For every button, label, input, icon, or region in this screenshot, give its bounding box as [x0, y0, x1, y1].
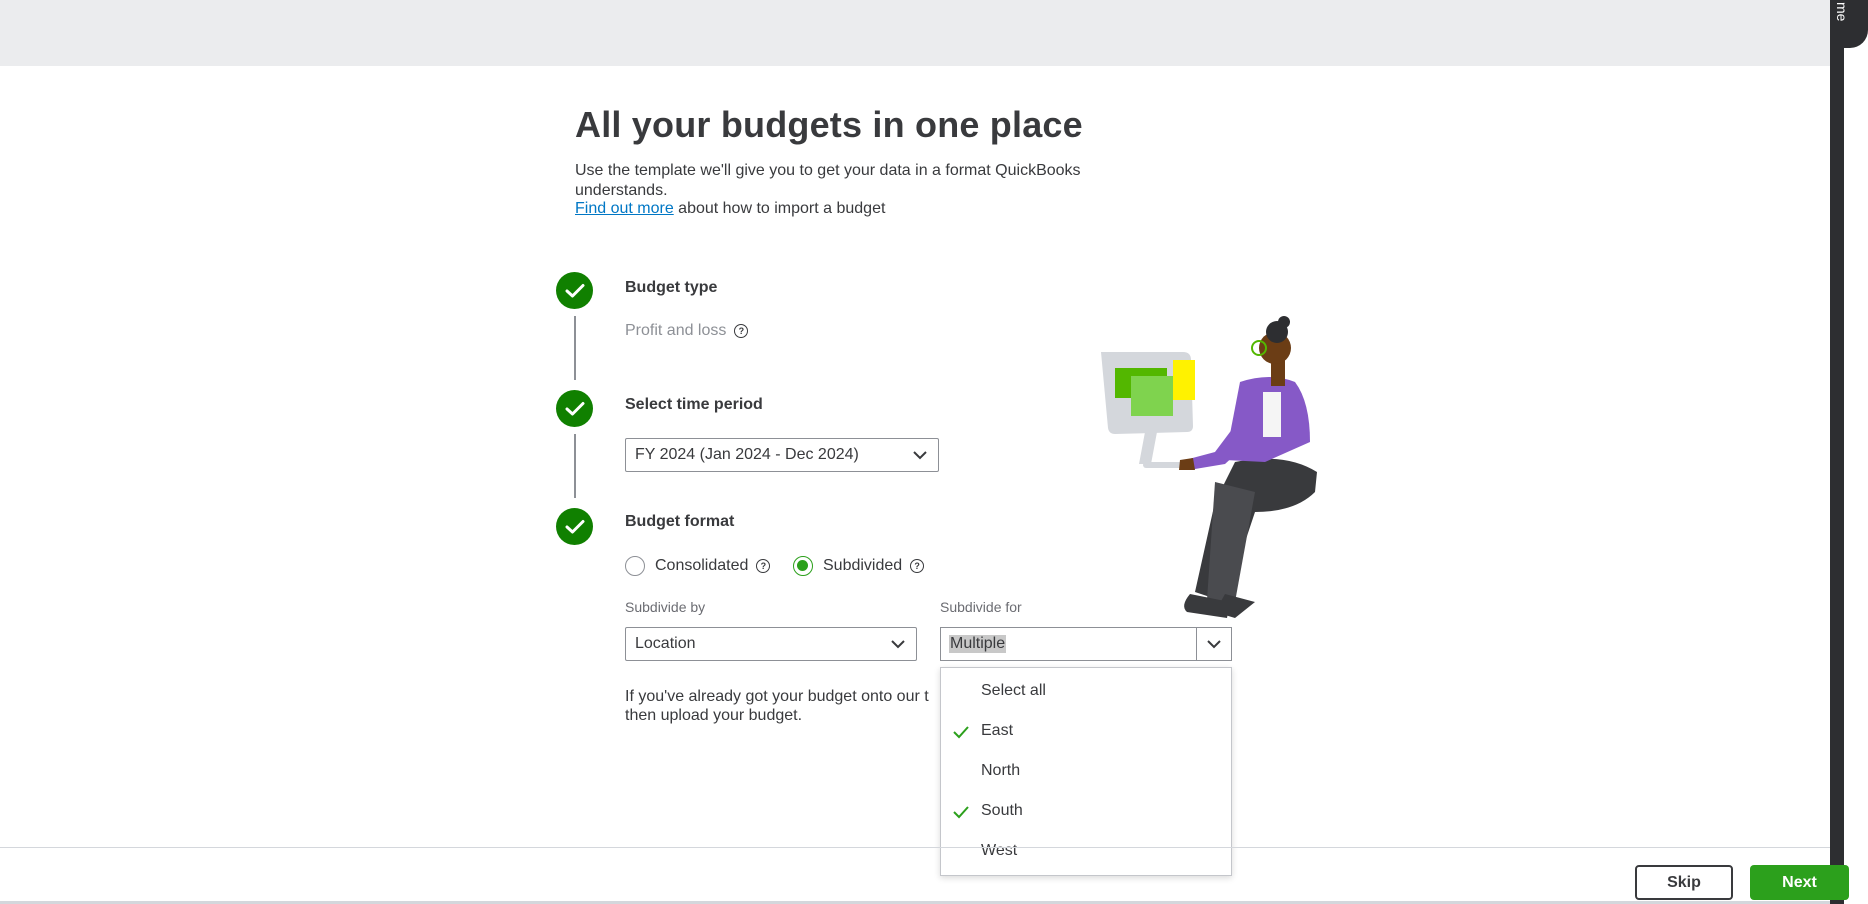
subdivide-for-dropdown: Select all East North South West — [940, 667, 1232, 876]
time-period-select[interactable]: FY 2024 (Jan 2024 - Dec 2024) — [625, 438, 939, 472]
chevron-down-icon — [891, 640, 905, 649]
help-icon[interactable]: ? — [910, 559, 925, 573]
intro-link-line: Find out more about how to import a budg… — [575, 200, 885, 218]
next-button[interactable]: Next — [1750, 865, 1849, 900]
step-complete-icon — [556, 508, 593, 545]
radio-button-selected[interactable] — [793, 556, 813, 576]
side-panel-edge — [1830, 0, 1844, 904]
find-out-more-link[interactable]: Find out more — [575, 200, 674, 217]
dropdown-item-label: West — [981, 842, 1018, 859]
step-title-budget-type: Budget type — [625, 279, 718, 296]
step-title-budget-format: Budget format — [625, 513, 735, 530]
radio-consolidated[interactable]: Consolidated? — [625, 556, 771, 576]
dropdown-item-label: South — [981, 802, 1023, 819]
radio-consolidated-label: Consolidated — [655, 557, 749, 574]
subdivide-by-value: Location — [635, 635, 696, 652]
dropdown-item-label: Select all — [981, 682, 1046, 699]
subdivide-for-toggle-button[interactable] — [1196, 628, 1231, 660]
dropdown-item-select-all[interactable]: Select all — [941, 672, 1231, 712]
footer-divider — [0, 847, 1830, 848]
radio-subdivided[interactable]: Subdivided? — [793, 556, 925, 576]
chevron-down-icon — [1207, 640, 1221, 649]
radio-subdivided-label: Subdivided — [823, 557, 903, 574]
side-panel-tab-label: me — [1834, 2, 1850, 22]
step-complete-icon — [556, 390, 593, 427]
dropdown-item-east[interactable]: East — [941, 712, 1231, 752]
intro-text: Use the template we'll give you to get y… — [575, 162, 1081, 199]
step-connector — [574, 316, 576, 380]
skip-button[interactable]: Skip — [1635, 865, 1733, 900]
subdivide-by-label: Subdivide by — [625, 599, 706, 615]
budget-type-label: Profit and loss — [625, 322, 727, 339]
intro-link-suffix: about how to import a budget — [673, 200, 886, 217]
dropdown-item-label: North — [981, 762, 1021, 779]
dropdown-item-south[interactable]: South — [941, 792, 1231, 832]
upload-description: If you've already got your budget onto o… — [625, 688, 929, 724]
dropdown-item-label: East — [981, 722, 1014, 739]
step-title-time-period: Select time period — [625, 396, 763, 413]
subdivide-for-combobox[interactable]: Multiple — [940, 627, 1232, 661]
dropdown-item-west[interactable]: West — [941, 832, 1231, 872]
subdivide-for-label: Subdivide for — [940, 599, 1022, 615]
radio-button[interactable] — [625, 556, 645, 576]
subdivide-for-value[interactable]: Multiple — [949, 635, 1007, 653]
budget-type-value: Profit and loss? — [625, 322, 749, 340]
checkmark-icon — [953, 806, 969, 819]
subdivide-by-select[interactable]: Location — [625, 627, 917, 661]
step-connector — [574, 434, 576, 498]
time-period-value: FY 2024 (Jan 2024 - Dec 2024) — [635, 446, 859, 463]
person-at-computer-illustration — [1101, 316, 1317, 618]
checkmark-icon — [953, 726, 969, 739]
step-complete-icon — [556, 272, 593, 309]
help-icon[interactable]: ? — [756, 559, 771, 573]
chevron-down-icon — [913, 451, 927, 460]
help-icon[interactable]: ? — [734, 323, 749, 338]
top-bar — [0, 0, 1830, 66]
side-panel-tab[interactable]: me — [1834, 0, 1868, 48]
dropdown-item-north[interactable]: North — [941, 752, 1231, 792]
page-title: All your budgets in one place — [575, 104, 1083, 145]
